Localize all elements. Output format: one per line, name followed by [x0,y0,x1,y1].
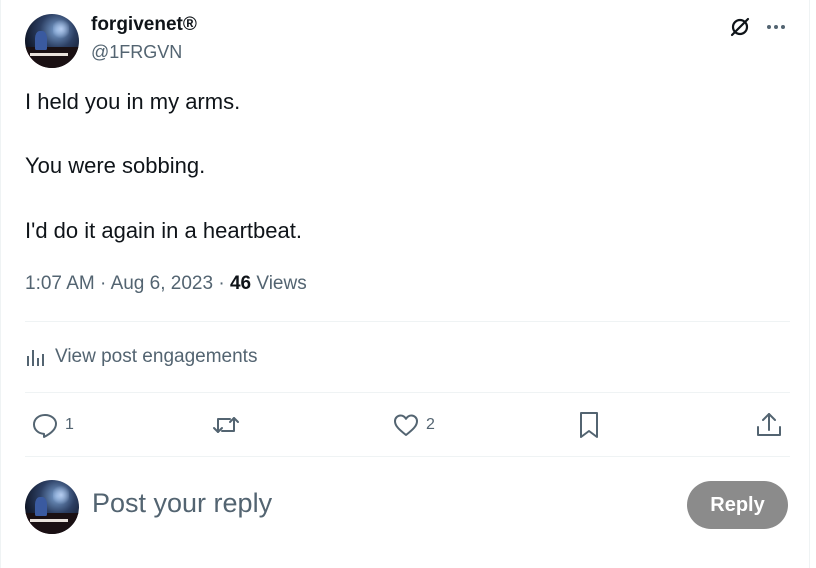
tweet-date[interactable]: Aug 6, 2023 [111,273,213,294]
bookmark-action[interactable] [575,408,603,442]
meta-separator: · [218,273,225,294]
tweet-text-line-2: You were sobbing. [25,153,206,178]
like-count: 2 [426,416,435,433]
grok-icon[interactable] [727,14,753,40]
divider [25,321,790,322]
current-user-avatar[interactable] [25,480,79,534]
divider [25,456,790,457]
heart-icon [394,414,418,436]
analytics-icon [27,350,44,366]
repost-action[interactable] [211,408,247,442]
tweet-text-line-3: I'd do it again in a heartbeat. [25,218,302,243]
share-icon [757,413,781,436]
ellipsis-icon [767,25,785,29]
views-label: Views [256,273,307,294]
bookmark-icon [580,412,598,438]
author-handle[interactable]: @1FRGVN [91,42,182,63]
like-action[interactable]: 2 [392,408,435,442]
reply-action[interactable]: 1 [31,408,74,442]
reply-count: 1 [65,416,74,433]
more-options-icon[interactable] [763,14,789,40]
view-engagements-link[interactable]: View post engagements [25,343,257,371]
tweet-text-line-1: I held you in my arms. [25,89,241,114]
views-count: 46 [229,273,252,294]
repost-icon [213,417,239,433]
author-avatar[interactable] [25,14,79,68]
tweet-time[interactable]: 1:07 AM [25,273,95,294]
meta-separator: · [100,273,107,294]
grok-icon-glyph [730,17,750,37]
tweet-detail-frame: forgivenet® @1FRGVN I held you in my arm… [0,0,810,568]
divider [25,392,790,393]
author-display-name[interactable]: forgivenet® [91,14,197,36]
reply-input[interactable]: Post your reply [92,488,272,519]
reply-button[interactable]: Reply [687,481,788,529]
share-action[interactable] [755,408,783,442]
reply-icon [33,414,57,438]
view-engagements-label: View post engagements [55,346,258,367]
tweet-meta: 1:07 AM · Aug 6, 2023 · 46 Views [25,273,307,295]
